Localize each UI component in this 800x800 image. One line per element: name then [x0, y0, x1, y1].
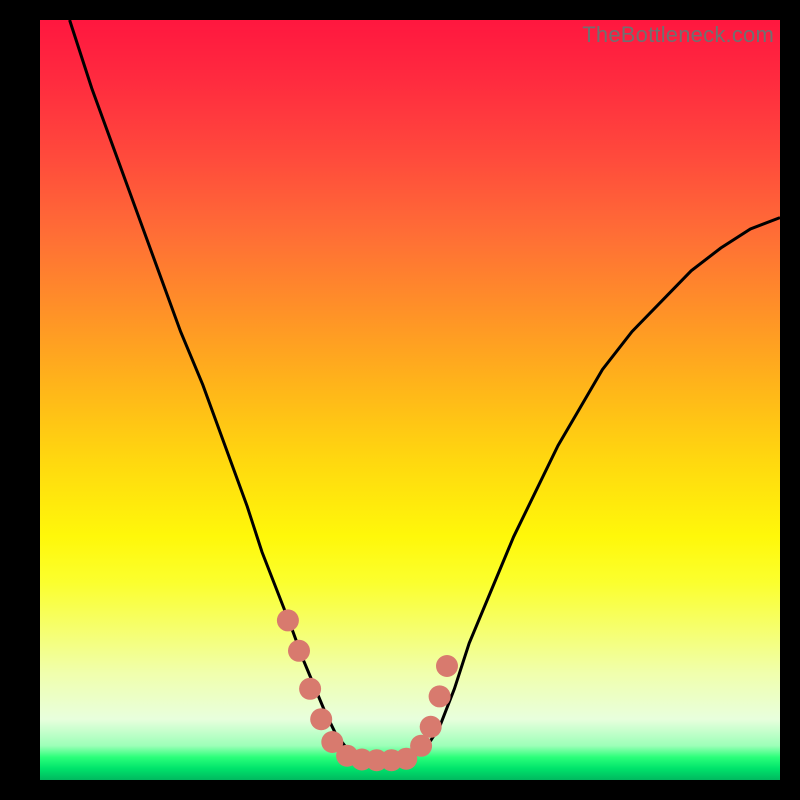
curve-marker-dot	[310, 708, 332, 730]
bottleneck-curve	[70, 20, 780, 760]
curve-minimum-markers	[277, 609, 458, 771]
curve-marker-dot	[436, 655, 458, 677]
chart-svg	[40, 20, 780, 780]
curve-marker-dot	[410, 735, 432, 757]
curve-marker-dot	[277, 609, 299, 631]
curve-marker-dot	[420, 716, 442, 738]
curve-marker-dot	[288, 640, 310, 662]
chart-plot-area: TheBottleneck.com	[40, 20, 780, 780]
curve-marker-dot	[299, 678, 321, 700]
curve-marker-dot	[429, 685, 451, 707]
